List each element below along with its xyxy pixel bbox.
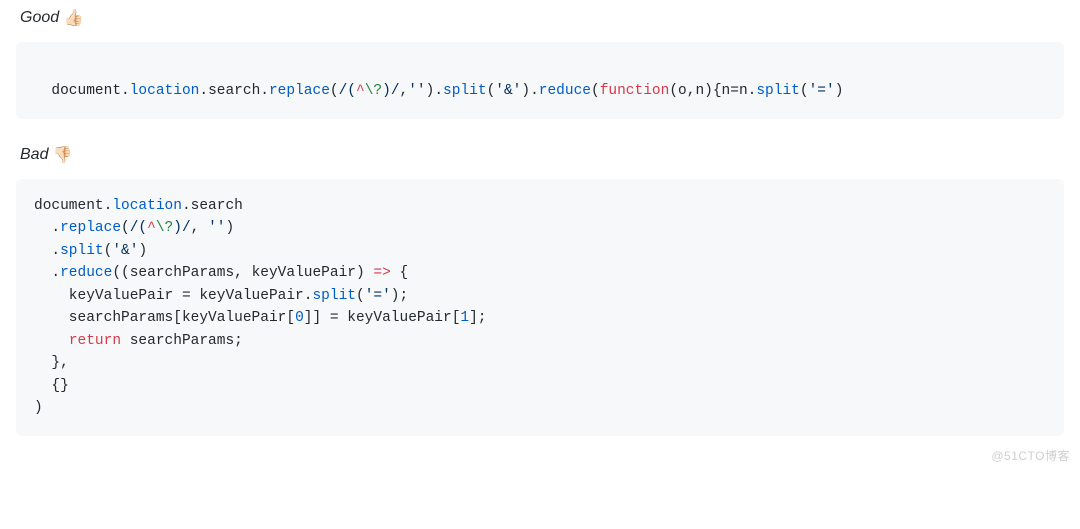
good-label-text: Good — [20, 9, 59, 26]
thumbs-down-icon: 👎🏻 — [53, 147, 73, 164]
good-label: Good 👍🏻 — [20, 8, 1064, 28]
bad-label-text: Bad — [20, 146, 48, 163]
bad-code-body: document.location.search .replace(/(^\?)… — [34, 195, 1046, 420]
watermark: @51CTO博客 — [991, 447, 1070, 464]
bad-codeblock: document.location.search .replace(/(^\?)… — [16, 179, 1064, 436]
good-codeblock: document.location.search.replace(/(^\?)/… — [16, 42, 1064, 119]
good-code-line: document.location.search.replace(/(^\?)/… — [51, 83, 843, 99]
bad-label: Bad 👎🏻 — [20, 145, 1064, 165]
thumbs-up-icon: 👍🏻 — [64, 10, 84, 27]
